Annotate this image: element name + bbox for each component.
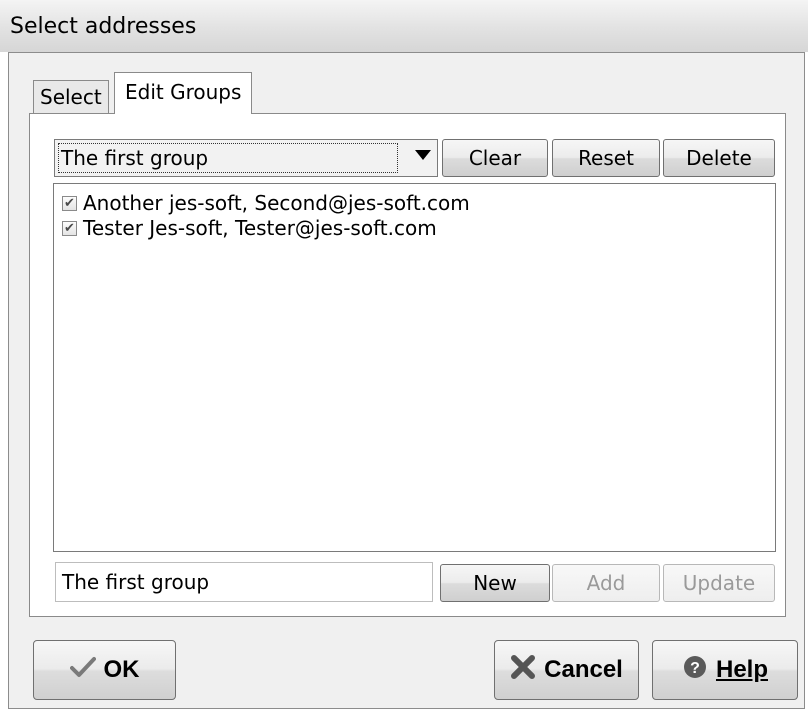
checkbox[interactable]: ✔ <box>62 195 77 211</box>
tab-select[interactable]: Select <box>33 80 109 113</box>
group-dropdown[interactable]: The first group <box>54 139 438 177</box>
window-title: Select addresses <box>10 14 197 39</box>
svg-text:?: ? <box>690 660 700 677</box>
group-name-input[interactable]: The first group <box>55 562 433 602</box>
tab-edit-groups[interactable]: Edit Groups <box>114 72 253 114</box>
delete-button[interactable]: Delete <box>663 139 775 177</box>
help-icon: ? <box>682 654 708 687</box>
x-icon <box>510 654 536 687</box>
update-button[interactable]: Update <box>663 564 775 602</box>
list-item[interactable]: ✔ Another jes-soft, Second@jes-soft.com <box>62 192 470 214</box>
ok-button[interactable]: OK <box>33 640 176 700</box>
new-button[interactable]: New <box>440 564 550 602</box>
help-label: Help <box>715 656 768 683</box>
list-item[interactable]: ✔ Tester Jes-soft, Tester@jes-soft.com <box>62 217 437 239</box>
title-bar: Select addresses <box>0 0 808 52</box>
checkbox[interactable]: ✔ <box>62 220 77 236</box>
checkmark-icon <box>69 656 96 685</box>
member-label: Another jes-soft, Second@jes-soft.com <box>83 191 470 215</box>
add-button[interactable]: Add <box>552 564 660 602</box>
reset-button[interactable]: Reset <box>552 139 660 177</box>
help-button[interactable]: ? Help <box>652 640 798 700</box>
group-dropdown-value: The first group <box>58 143 398 173</box>
clear-button[interactable]: Clear <box>442 139 548 177</box>
members-list[interactable]: ✔ Another jes-soft, Second@jes-soft.com … <box>53 183 776 552</box>
dropdown-arrow-icon[interactable] <box>415 150 431 160</box>
cancel-button[interactable]: Cancel <box>494 640 639 700</box>
member-label: Tester Jes-soft, Tester@jes-soft.com <box>83 216 437 240</box>
cancel-label: Cancel <box>544 656 623 683</box>
ok-label: OK <box>103 656 140 683</box>
